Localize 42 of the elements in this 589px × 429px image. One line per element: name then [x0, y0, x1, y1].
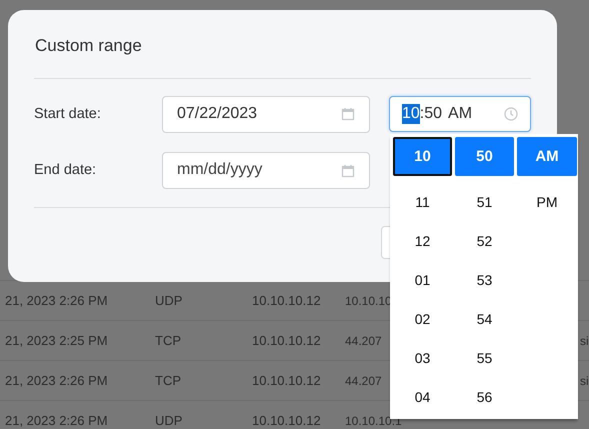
table-cell-text: 21, 2023 2:26 PM — [4, 373, 109, 388]
date-field[interactable]: 07/22/2023 — [162, 96, 370, 132]
table-cell-text: 10.10.10.12 — [251, 333, 322, 348]
time-option[interactable]: 51 — [455, 182, 514, 221]
dialog-title: Custom range — [34, 36, 143, 57]
time-field[interactable]: 10:50 AM — [389, 96, 531, 132]
calendar-icon — [341, 164, 355, 178]
time-option[interactable]: 55 — [455, 338, 514, 377]
field-label: End date: — [34, 162, 98, 178]
time-option[interactable]: 12 — [393, 221, 452, 260]
table-cell-text: 21, 2023 2:26 PM — [4, 413, 109, 428]
time-option[interactable]: 53 — [455, 260, 514, 299]
time-option[interactable]: 52 — [455, 221, 514, 260]
table-cell-text: 10.10.10.1 — [344, 414, 403, 428]
table-cell: si — [580, 374, 589, 388]
time-option[interactable]: 50 — [455, 137, 514, 176]
time-option[interactable]: 56 — [455, 377, 514, 416]
table-cell-text: UDP — [154, 413, 184, 428]
table-cell-text: TCP — [154, 333, 182, 348]
table-cell-text: 10.10.10.12 — [251, 373, 322, 388]
table-cell-text: 44.207 — [344, 374, 383, 388]
table-cell-text: TCP — [154, 373, 182, 388]
table-cell-text: 21, 2023 2:25 PM — [4, 333, 109, 348]
table-cell-text: UDP — [154, 293, 184, 308]
calendar-icon — [341, 107, 355, 121]
time-option[interactable]: 01 — [393, 260, 452, 299]
date-field[interactable]: mm/dd/yyyy — [162, 152, 370, 188]
time-option[interactable]: 04 — [393, 377, 452, 416]
time-option[interactable]: 02 — [393, 299, 452, 338]
time-option[interactable]: 54 — [455, 299, 514, 338]
table-cell-text: 10.10.10.12 — [251, 293, 322, 308]
table-cell-text: 44.207 — [344, 334, 383, 348]
table-cell-text: 10.10.10.12 — [251, 413, 322, 428]
time-option[interactable]: PM — [517, 182, 577, 221]
time-option[interactable]: 11 — [393, 182, 452, 221]
clock-icon — [504, 107, 518, 121]
time-option[interactable]: 10 — [393, 137, 452, 176]
table-cell: si — [580, 334, 589, 348]
time-option[interactable]: AM — [517, 137, 577, 176]
field-label: Start date: — [34, 106, 102, 122]
table-cell-text: 21, 2023 2:26 PM — [4, 293, 109, 308]
time-option[interactable]: 03 — [393, 338, 452, 377]
